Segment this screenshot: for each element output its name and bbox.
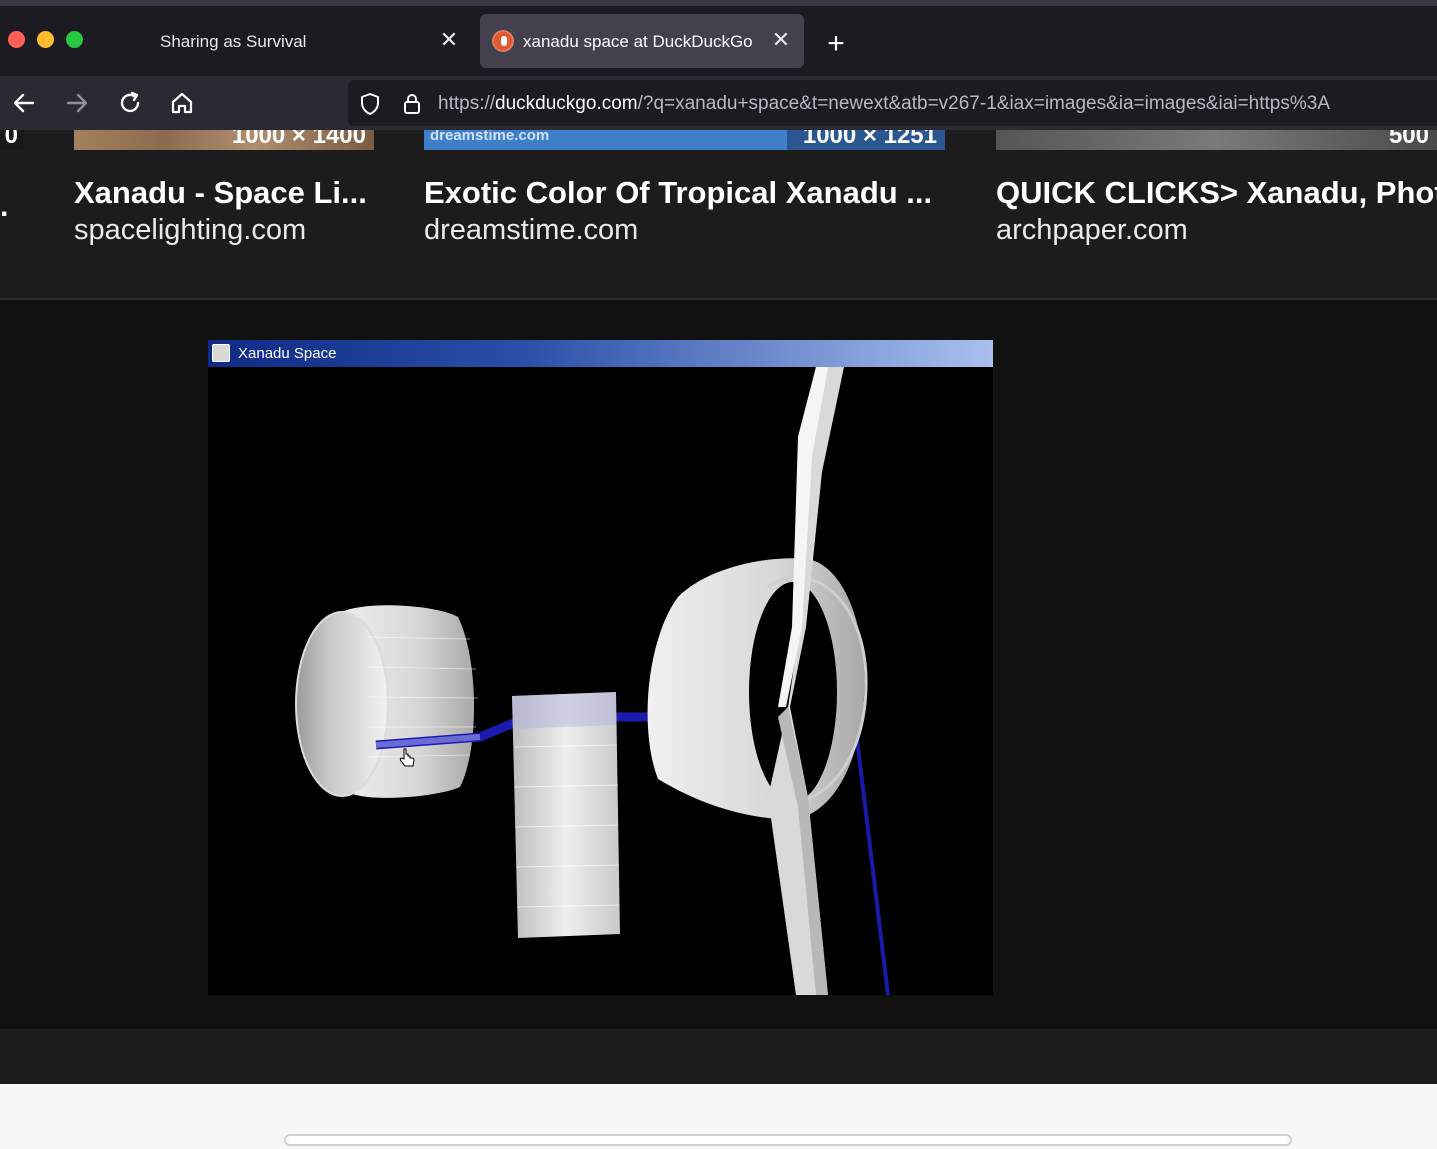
window-minimize-button[interactable] (37, 31, 54, 48)
xanadu-space-3d-scene (295, 367, 890, 995)
right-ring-document (647, 558, 868, 820)
detail-footer-bar (0, 1029, 1437, 1084)
truncated-result-title[interactable]: . (0, 190, 8, 224)
result-title[interactable]: Xanadu - Space Li... (74, 175, 374, 211)
window-maximize-button[interactable] (66, 31, 83, 48)
result-domain[interactable]: dreamstime.com (424, 214, 944, 247)
thumbnail-size-label: 1000 × 1400 (231, 130, 366, 149)
back-arrow-icon (13, 93, 35, 113)
window-app-icon (212, 344, 230, 362)
tab-title: xanadu space at DuckDuckGo (523, 32, 753, 51)
result-thumbnail[interactable]: 1000 × 1251 (787, 130, 945, 150)
result-title[interactable]: QUICK CLICKS> Xanadu, Phot (996, 175, 1437, 211)
image-detail-panel: Xanadu Space (0, 300, 1437, 1029)
result-thumbnail[interactable]: 1000 × 1400 (74, 130, 374, 150)
browser-window: Sharing as Survival ✕ xanadu space at Du… (0, 0, 1437, 1149)
thumbnail-size-label: 500 (1388, 130, 1429, 149)
home-icon (171, 92, 193, 114)
thumbnail-size-label: 0 (4, 130, 18, 149)
preview-image[interactable]: Xanadu Space (208, 340, 993, 995)
tab-duckduckgo-search[interactable]: xanadu space at DuckDuckGo ✕ (480, 14, 804, 68)
reload-button[interactable] (113, 86, 147, 120)
left-cylinder-document (295, 605, 479, 798)
url-host: duckduckgo.com (495, 93, 638, 114)
navigation-toolbar: https://duckduckgo.com/?q=xanadu+space&t… (0, 76, 1437, 130)
url-path: /?q=xanadu+space&t=newext&atb=v267-1&iax… (637, 93, 1330, 114)
result-title[interactable]: Exotic Color Of Tropical Xanadu ... (424, 175, 944, 211)
url-text[interactable]: https://duckduckgo.com/?q=xanadu+space&t… (438, 93, 1437, 115)
preview-window-titlebar: Xanadu Space (208, 340, 993, 367)
url-scheme: https:// (438, 93, 496, 114)
thumbnail-size-label: 1000 × 1251 (802, 130, 937, 149)
address-bar[interactable]: https://duckduckgo.com/?q=xanadu+space&t… (348, 80, 1437, 126)
forward-arrow-icon (66, 93, 88, 113)
home-button[interactable] (165, 86, 199, 120)
tracking-protection-shield-icon[interactable] (358, 92, 382, 116)
reload-icon (120, 91, 140, 113)
forward-button[interactable] (60, 86, 94, 120)
result-thumbnail[interactable]: dreamstime.com (424, 130, 787, 150)
back-button[interactable] (7, 86, 41, 120)
result-domain[interactable]: archpaper.com (996, 214, 1437, 247)
tab-sharing-as-survival[interactable]: Sharing as Survival ✕ (140, 14, 465, 68)
tab-close-icon[interactable]: ✕ (437, 28, 461, 52)
horizontal-scrollbar[interactable] (284, 1134, 1292, 1146)
tab-title: Sharing as Survival (160, 32, 307, 51)
preview-window-title: Xanadu Space (238, 345, 337, 362)
image-results-row: 0 . 1000 × 1400 Xanadu - Space Li... spa… (0, 130, 1437, 300)
middle-document-panel (512, 692, 620, 938)
lock-icon[interactable] (400, 92, 424, 116)
result-domain[interactable]: spacelighting.com (74, 214, 374, 247)
new-tab-button[interactable]: + (822, 29, 850, 59)
thumbnail-watermark: dreamstime.com (430, 130, 550, 144)
window-close-button[interactable] (8, 31, 25, 48)
tab-close-icon[interactable]: ✕ (769, 28, 793, 52)
duckduckgo-favicon-icon (492, 30, 514, 52)
tab-strip: Sharing as Survival ✕ xanadu space at Du… (0, 0, 1437, 76)
result-thumbnail[interactable]: 500 (996, 130, 1437, 150)
result-thumbnail[interactable]: 0 (0, 130, 24, 150)
bottom-panel (0, 1084, 1437, 1149)
